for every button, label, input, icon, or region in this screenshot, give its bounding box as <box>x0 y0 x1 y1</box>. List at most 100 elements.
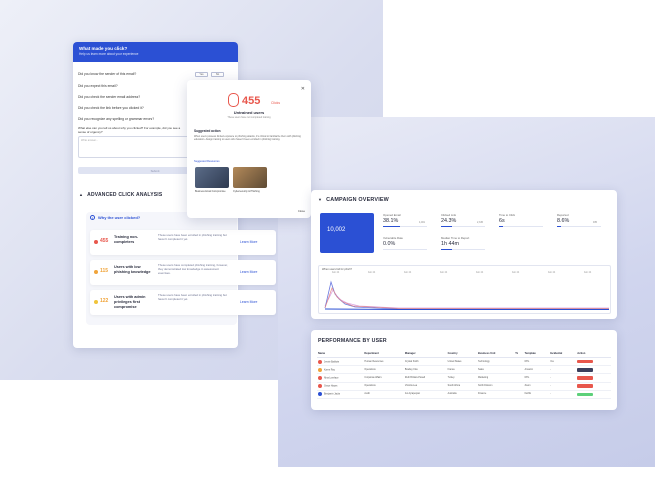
why-row-description: These users have been enrolled in phishi… <box>158 293 227 301</box>
suggested-resources-link[interactable]: Suggested Resources <box>194 160 220 163</box>
why-row-training: 455 Training non-completers These users … <box>90 230 276 255</box>
performance-title: PERFORMANCE BY USER <box>318 338 387 344</box>
unit-cell: Sales <box>477 365 515 375</box>
suggested-action-title: Suggested action <box>194 129 221 133</box>
close-icon[interactable]: ✕ <box>301 86 305 92</box>
stat-progress <box>499 226 543 228</box>
chart-plot <box>324 280 609 311</box>
learn-more-link[interactable]: Learn More <box>240 270 257 274</box>
stat-value: 1h 44m <box>441 241 459 247</box>
template-cell: Amazon <box>523 365 550 375</box>
unit-cell: Marketing <box>477 373 515 383</box>
yes-no-toggle[interactable]: Yes No <box>195 72 224 77</box>
date-label: Feb 24 <box>368 272 376 274</box>
avatar <box>318 392 322 397</box>
country-cell: Turkey <box>446 373 478 383</box>
survey-header: What made you click? Help us learn more … <box>73 42 238 62</box>
action-cell <box>576 390 611 399</box>
incidental-cell: - <box>549 373 577 383</box>
status-dot <box>94 300 98 304</box>
why-row-value: 115 <box>100 268 109 274</box>
learn-more-link[interactable]: Learn More <box>240 300 257 304</box>
chevron-up-icon: ▲ <box>79 192 84 197</box>
stat-clicked: Clicked Link 24.3% 2,345 <box>441 213 485 228</box>
survey-subtitle: Help us learn more about your experience <box>79 52 139 56</box>
date-label: Feb 24 <box>512 272 520 274</box>
series-line <box>324 280 609 310</box>
campaign-total-tile[interactable]: 10,002 <box>320 213 374 253</box>
why-row-knowledge: 115 Users with low phishing knowledge Th… <box>90 260 276 285</box>
avatar <box>318 384 322 389</box>
table-row[interactable]: Benjamin Jacks Audit Ivo Ayrapetyan Aust… <box>317 390 611 399</box>
campaign-overview-title: CAMPAIGN OVERVIEW <box>326 197 389 203</box>
series-line <box>324 308 609 311</box>
avatar <box>318 367 322 372</box>
user-name: Benjamin Jacks <box>324 393 341 396</box>
chevron-down-icon: ▼ <box>318 197 323 202</box>
table-row[interactable]: Grace Hayes Operations Victoria Lea Sout… <box>317 382 611 391</box>
name-cell: Jessie Baldwin <box>317 357 364 367</box>
suggested-action-body: When users possess limited exposure to p… <box>194 135 301 142</box>
campaign-total-value: 10,002 <box>327 227 346 233</box>
action-cell <box>576 382 611 391</box>
avatar <box>318 359 322 364</box>
popup-close-button[interactable]: Close <box>298 209 305 213</box>
stat-time-to-click: Time to Click 6s <box>499 213 543 228</box>
table-row[interactable]: Nina Lovelace Corporate Affairs Ruth Bri… <box>317 373 611 383</box>
survey-question: Did you check the sender email address? <box>78 95 141 99</box>
why-row-label: Users with admin privileges first compro… <box>114 295 146 309</box>
advanced-analysis-title: ADVANCED CLICK ANALYSIS <box>87 192 163 198</box>
status-dot <box>94 270 98 274</box>
popup-click-unit: Clicks <box>271 101 281 105</box>
date-label: Feb 24 <box>548 272 556 274</box>
country-cell: Australia <box>446 390 478 399</box>
campaign-overview-header[interactable]: ▼ CAMPAIGN OVERVIEW <box>318 197 389 203</box>
manager-cell: Victoria Lea <box>403 382 447 391</box>
manager-cell: Crystal Smith <box>403 357 447 367</box>
action-cell <box>576 373 611 383</box>
yes-button[interactable]: Yes <box>195 72 208 77</box>
survey-question: Did you check the link before you clicke… <box>78 106 144 110</box>
popup-click-count: 455 <box>242 95 261 107</box>
template-cell: DHL <box>523 373 550 383</box>
table-row[interactable]: Jessie Baldwin Human Resources Crystal S… <box>317 357 611 367</box>
stat-progress <box>383 226 427 228</box>
no-button[interactable]: No <box>211 72 224 77</box>
action-badge[interactable] <box>577 376 594 380</box>
resource-thumbnail[interactable] <box>195 167 229 188</box>
stat-count: 2,345 <box>477 221 483 224</box>
department-cell: Operations <box>363 382 404 391</box>
action-badge[interactable] <box>577 384 594 388</box>
tz-cell <box>514 382 524 391</box>
country-cell: South Africa <box>446 382 478 391</box>
stat-progress <box>383 249 427 251</box>
stat-label: Clicked Link <box>441 213 457 217</box>
action-cell <box>576 357 611 367</box>
why-clicked-title: i Why the user clicked? <box>90 215 140 221</box>
resource-caption: Cybersecurity & Phishing <box>233 190 260 193</box>
department-cell: Operations <box>363 365 404 375</box>
name-cell: Benjamin Jacks <box>317 390 364 399</box>
action-badge[interactable] <box>577 392 594 397</box>
department-cell: Corporate Affairs <box>363 373 404 383</box>
stat-progress <box>441 249 485 251</box>
action-badge[interactable] <box>577 359 594 364</box>
country-cell: France <box>446 365 478 375</box>
stat-count: 935 <box>593 221 597 224</box>
date-label: Feb 24 <box>476 272 484 274</box>
manager-cell: Ruth Brittain-Powell <box>403 373 447 383</box>
resource-thumbnail[interactable] <box>233 167 267 188</box>
advanced-analysis-header[interactable]: ▲ ADVANCED CLICK ANALYSIS <box>79 192 162 198</box>
learn-more-link[interactable]: Learn More <box>240 240 257 244</box>
stat-opened: Opened Email 38.1% 4,001 <box>383 213 427 228</box>
survey-title: What made you click? <box>79 46 128 51</box>
tz-cell <box>514 390 524 399</box>
action-badge[interactable] <box>577 367 594 372</box>
incidental-cell: Yes <box>549 357 577 367</box>
tz-cell <box>514 365 524 375</box>
date-label: Feb 24 <box>584 272 592 274</box>
survey-question: Did you recognize any spelling or gramma… <box>78 117 155 121</box>
table-row[interactable]: Karen Ray Operations Bradley Kiss France… <box>317 365 611 375</box>
unit-cell: Technology <box>477 357 515 367</box>
template-cell: Zoom <box>523 382 550 391</box>
